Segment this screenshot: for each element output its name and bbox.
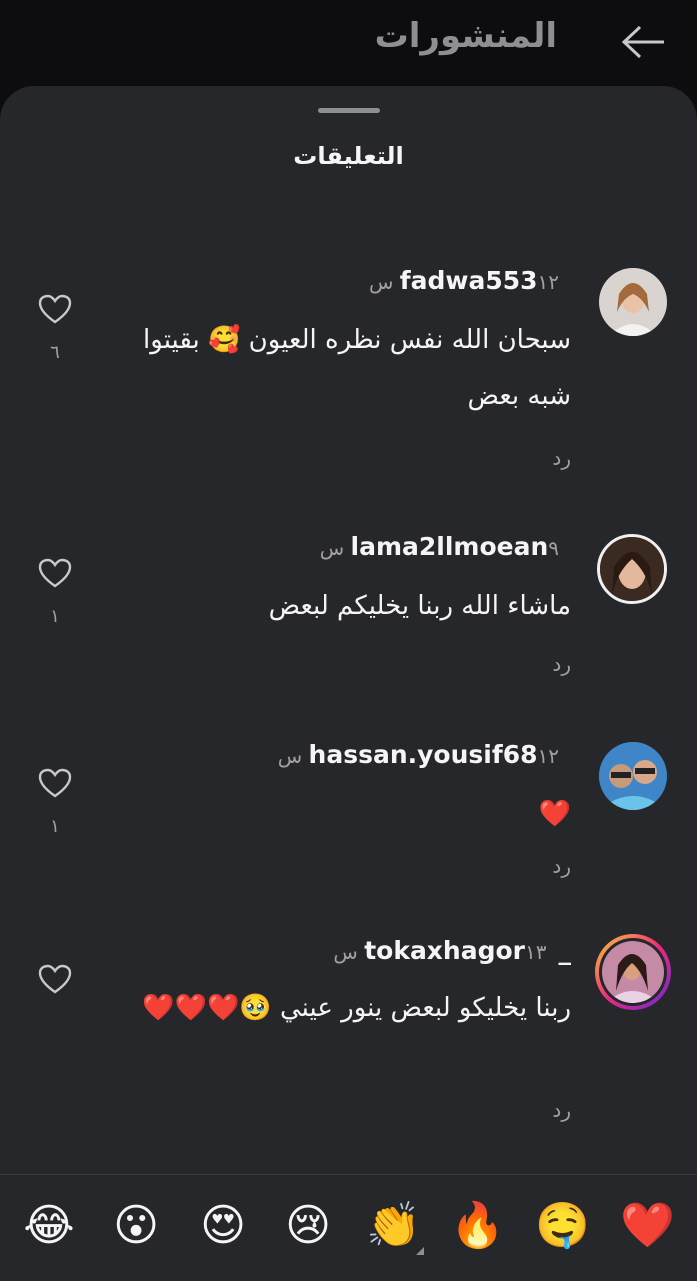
- avatar[interactable]: [599, 742, 667, 810]
- comment-username[interactable]: fadwa553: [400, 266, 538, 295]
- comment-meta: fadwa553١٢ س: [369, 266, 571, 295]
- avatar[interactable]: [595, 934, 671, 1010]
- comment-text: سبحان الله نفس نظره العيون 🥰 بقيتوا شبه …: [143, 325, 571, 411]
- reply-button[interactable]: رد: [552, 854, 571, 878]
- like-count: ١: [50, 606, 60, 627]
- reaction-heart-eyes-button[interactable]: 😍: [196, 1199, 250, 1253]
- reaction-sad-button[interactable]: 😢: [281, 1199, 335, 1253]
- scroll-indicator: [416, 1247, 424, 1255]
- reaction-heart-button[interactable]: ❤️: [620, 1199, 675, 1253]
- avatar[interactable]: [599, 268, 667, 336]
- like-count: ٦: [50, 342, 60, 363]
- drag-handle[interactable]: [318, 108, 380, 113]
- reaction-drool-button[interactable]: 🤤: [535, 1199, 590, 1253]
- page-title: المنشورات: [374, 16, 557, 56]
- reaction-clap-button[interactable]: 👏: [366, 1199, 421, 1253]
- sheet-title: التعليقات: [293, 142, 404, 170]
- heart-icon[interactable]: [38, 558, 72, 588]
- reply-button[interactable]: رد: [552, 1098, 571, 1122]
- comment-text: ❤️: [538, 799, 571, 829]
- comment-meta: _tokaxhagor١٣ س: [333, 936, 571, 965]
- heart-icon[interactable]: [38, 768, 72, 798]
- comment-meta: lama2llmoean٩ س: [320, 532, 571, 561]
- back-arrow-icon[interactable]: [620, 22, 668, 62]
- avatar[interactable]: [597, 534, 667, 604]
- reaction-fire-button[interactable]: 🔥: [450, 1199, 505, 1253]
- reply-button[interactable]: رد: [552, 652, 571, 676]
- reaction-bar: ❤️ 🤤 🔥 👏 😢 😍 😮 😂: [0, 1174, 697, 1281]
- comment-text: ربنا يخليكو لبعض ينور عيني 🥹❤️❤️❤️: [142, 993, 571, 1023]
- top-bar: المنشورات: [0, 0, 697, 96]
- comment-text: ماشاء الله ربنا يخليكم لبعض: [268, 591, 571, 621]
- comments-sheet: التعليقات fadwa553١٢ س سبحان الله نفس نظ…: [0, 86, 697, 1280]
- like-count: ١: [50, 816, 60, 837]
- comment-meta: hassan.yousif68١٢ س: [278, 740, 571, 769]
- comment-username[interactable]: lama2llmoean: [351, 532, 549, 561]
- reaction-surprised-button[interactable]: 😮: [109, 1199, 163, 1253]
- comment-username[interactable]: hassan.yousif68: [309, 740, 538, 769]
- heart-icon[interactable]: [38, 964, 72, 994]
- reaction-laugh-button[interactable]: 😂: [22, 1199, 76, 1253]
- heart-icon[interactable]: [38, 294, 72, 324]
- reply-button[interactable]: رد: [552, 446, 571, 470]
